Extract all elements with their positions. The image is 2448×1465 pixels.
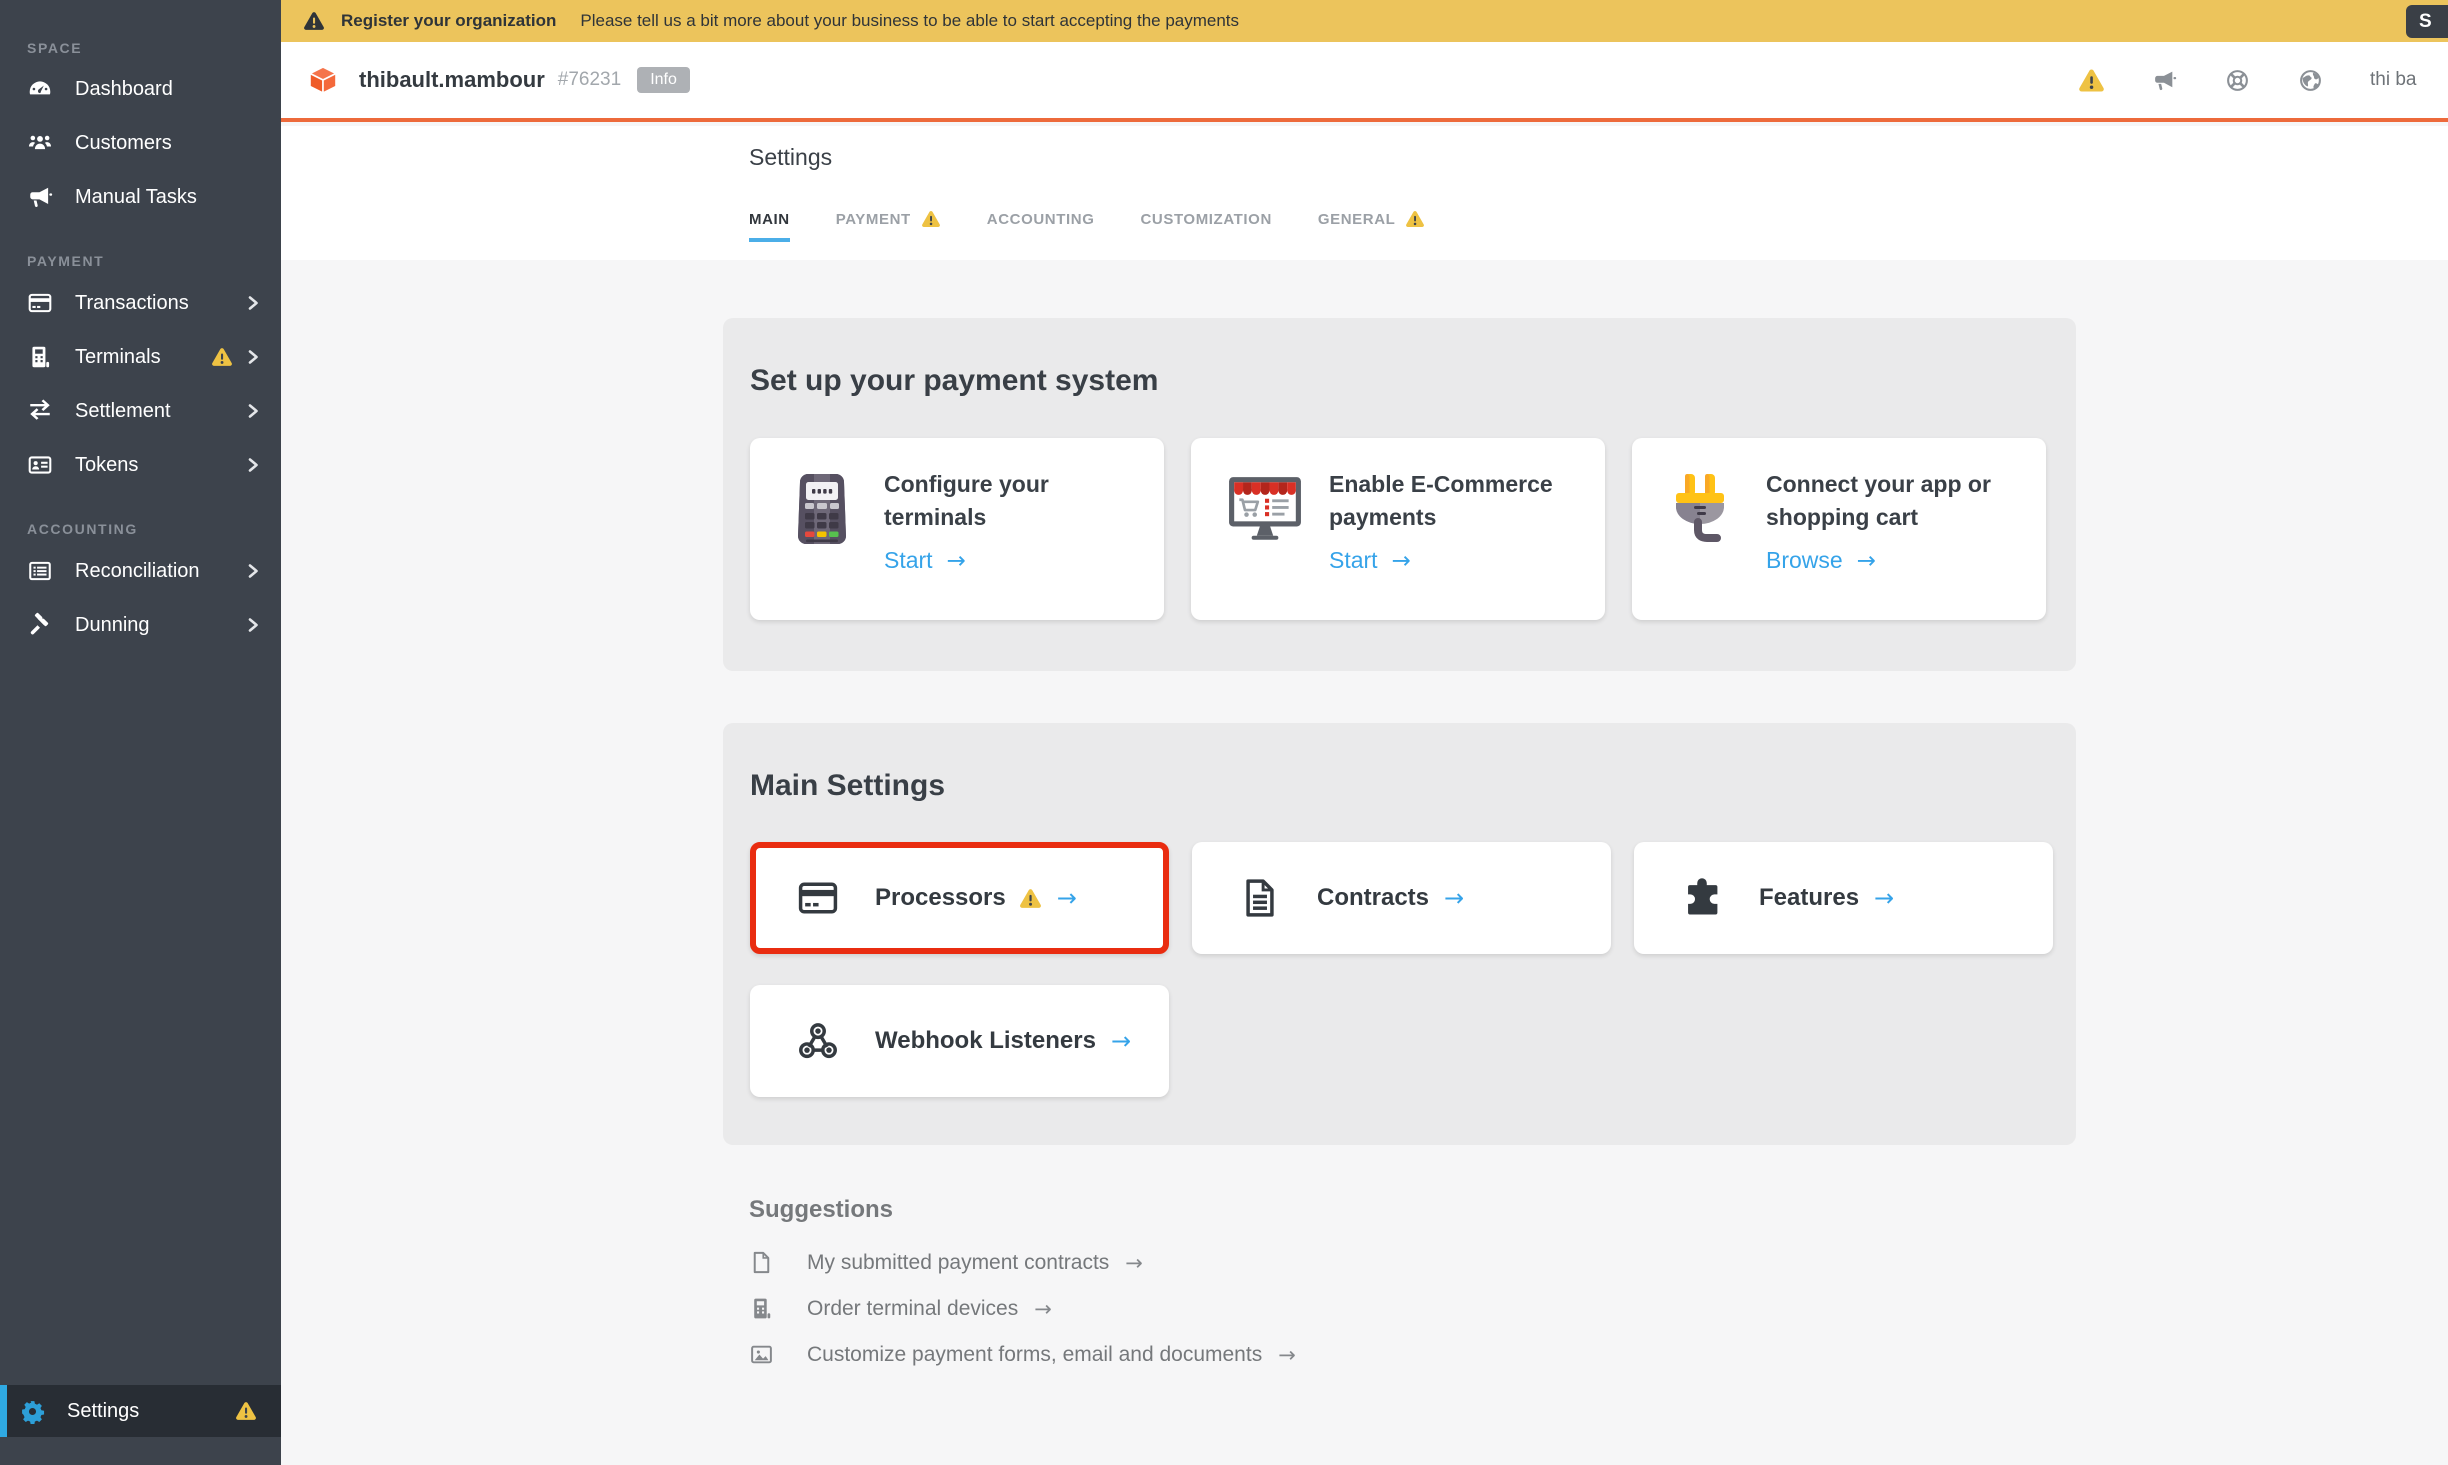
gavel-icon	[27, 612, 53, 638]
dashboard-icon	[27, 76, 53, 102]
arrow-right-icon: →	[1034, 1297, 1052, 1321]
main-settings-title: Main Settings	[723, 723, 2076, 803]
chevron-right-icon	[247, 347, 259, 367]
chevron-right-icon	[247, 401, 259, 421]
terminal-icon	[27, 344, 53, 370]
customers-icon	[27, 130, 53, 156]
ecommerce-payments-card[interactable]: Enable E-Commerce payments Start→	[1191, 438, 1605, 620]
warning-icon	[1405, 210, 1425, 228]
help-lifebuoy-icon[interactable]	[2224, 68, 2251, 93]
sidebar-item-transactions[interactable]: Transactions	[0, 276, 281, 330]
features-card[interactable]: Features →	[1634, 842, 2053, 954]
pos-terminal-icon	[786, 472, 858, 546]
tab-main[interactable]: MAIN	[749, 210, 790, 242]
webhook-icon	[794, 1019, 842, 1063]
sidebar-item-settings[interactable]: Settings	[0, 1385, 281, 1437]
sidebar-item-terminals[interactable]: Terminals .mk{fill:#3D434C}	[0, 330, 281, 384]
connect-app-card[interactable]: Connect your app or shopping cart Browse…	[1632, 438, 2046, 620]
sidebar-section-payment: PAYMENT	[0, 246, 281, 276]
brand-cube-logo	[307, 64, 339, 96]
banner-corner-button[interactable]: S	[2406, 5, 2448, 38]
banner-message: Please tell us a bit more about your bus…	[580, 11, 1239, 31]
tab-payment[interactable]: PAYMENT	[836, 210, 941, 242]
setup-panel-title: Set up your payment system	[723, 318, 2076, 398]
swap-arrows-icon	[27, 398, 53, 424]
tab-accounting[interactable]: ACCOUNTING	[987, 210, 1095, 242]
arrow-right-icon: →	[1111, 1027, 1131, 1055]
id-card-icon	[27, 452, 53, 478]
terminal-icon	[749, 1296, 774, 1321]
account-id: #76231	[558, 69, 621, 91]
warning-icon	[1019, 888, 1042, 909]
tab-customization[interactable]: CUSTOMIZATION	[1140, 210, 1271, 242]
suggestion-customize-forms[interactable]: Customize payment forms, email and docum…	[749, 1342, 1296, 1367]
sidebar-item-manual-tasks[interactable]: Manual Tasks	[0, 170, 281, 224]
arrow-right-icon: →	[1057, 884, 1077, 912]
browse-link[interactable]: Browse→	[1766, 547, 1876, 574]
info-badge[interactable]: Info	[637, 67, 690, 93]
main-settings-panel: Main Settings Processors → Contracts → F…	[723, 723, 2076, 1145]
arrow-right-icon: →	[1392, 548, 1411, 574]
suggestion-submitted-contracts[interactable]: My submitted payment contracts →	[749, 1250, 1296, 1275]
sidebar-item-tokens[interactable]: Tokens	[0, 438, 281, 492]
warning-icon: .mk{fill:#3D434C}	[211, 347, 233, 367]
warning-icon[interactable]	[2078, 68, 2105, 93]
credit-card-icon	[794, 876, 842, 920]
plug-icon	[1668, 472, 1740, 546]
setup-payment-panel: Set up your payment system Configure you…	[723, 318, 2076, 671]
user-menu[interactable]: thi ba	[2370, 69, 2422, 91]
app-header: thibault.mambour #76231 Info thi ba	[281, 42, 2448, 122]
configure-terminals-card[interactable]: Configure your terminals Start→	[750, 438, 1164, 620]
file-icon	[749, 1250, 774, 1275]
suggestions-title: Suggestions	[749, 1196, 1296, 1224]
arrow-right-icon: →	[1444, 884, 1464, 912]
language-globe-icon[interactable]	[2297, 68, 2324, 93]
arrow-right-icon: →	[947, 548, 966, 574]
chevron-right-icon	[247, 455, 259, 475]
announcements-icon[interactable]	[2151, 68, 2178, 93]
puzzle-icon	[1678, 876, 1726, 920]
arrow-right-icon: →	[1278, 1343, 1296, 1367]
sidebar-item-dashboard[interactable]: Dashboard	[0, 62, 281, 116]
sidebar: SPACE Dashboard Customers Manual Tasks P…	[0, 0, 281, 1465]
arrow-right-icon: →	[1857, 548, 1876, 574]
chevron-right-icon	[247, 293, 259, 313]
sidebar-section-accounting: ACCOUNTING	[0, 514, 281, 544]
megaphone-icon	[27, 184, 53, 210]
page-title: Settings	[749, 144, 832, 171]
arrow-right-icon: →	[1874, 884, 1894, 912]
chevron-right-icon	[247, 615, 259, 635]
register-organization-banner: Register your organization Please tell u…	[281, 0, 2448, 42]
arrow-right-icon: →	[1125, 1251, 1143, 1275]
webhook-listeners-card[interactable]: Webhook Listeners →	[750, 985, 1169, 1097]
credit-card-icon	[27, 290, 53, 316]
processors-card[interactable]: Processors →	[750, 842, 1169, 954]
start-link[interactable]: Start→	[1329, 547, 1411, 574]
sidebar-item-settlement[interactable]: Settlement	[0, 384, 281, 438]
suggestions-section: Suggestions My submitted payment contrac…	[749, 1196, 1296, 1367]
contracts-card[interactable]: Contracts →	[1192, 842, 1611, 954]
tab-general[interactable]: GENERAL	[1318, 210, 1426, 242]
image-icon	[749, 1342, 774, 1367]
document-icon	[1236, 876, 1284, 920]
settings-tabs: MAIN PAYMENT ACCOUNTING CUSTOMIZATION GE…	[749, 210, 1425, 242]
sidebar-item-reconciliation[interactable]: Reconciliation	[0, 544, 281, 598]
account-name: thibault.mambour	[359, 67, 545, 93]
list-icon	[27, 558, 53, 584]
sidebar-section-space: SPACE	[0, 0, 281, 62]
warning-icon	[303, 11, 325, 31]
online-shop-icon	[1227, 472, 1303, 546]
start-link[interactable]: Start→	[884, 547, 966, 574]
warning-icon	[921, 210, 941, 228]
suggestion-order-terminals[interactable]: Order terminal devices →	[749, 1296, 1296, 1321]
banner-title: Register your organization	[341, 11, 556, 31]
sidebar-item-dunning[interactable]: Dunning	[0, 598, 281, 652]
gear-icon	[20, 1399, 45, 1424]
sidebar-item-customers[interactable]: Customers	[0, 116, 281, 170]
warning-icon	[235, 1401, 257, 1421]
chevron-right-icon	[247, 561, 259, 581]
